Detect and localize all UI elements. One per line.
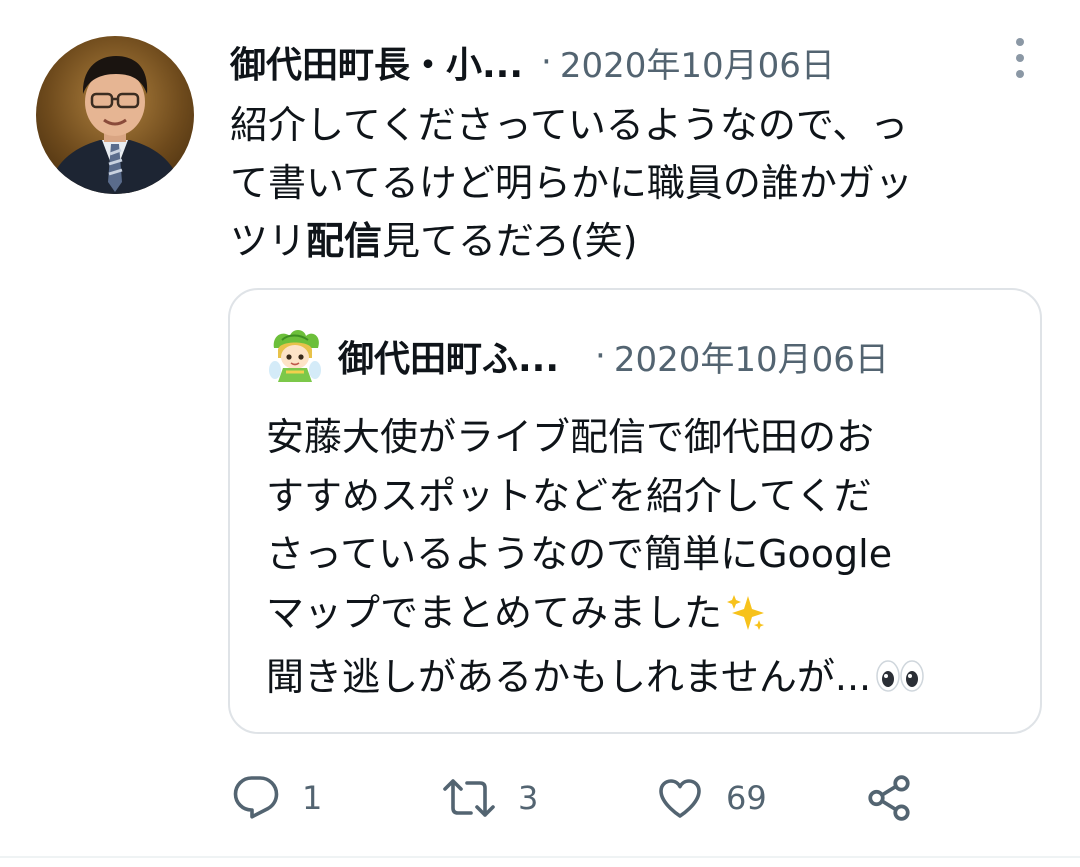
tweet-text-line: 紹介してくださっているようなので、っ <box>230 103 909 147</box>
tweet-text-line: ツリ配信見てるだろ(笑) <box>230 212 1050 270</box>
quote-text-line: さっているようなので簡単にGoogle <box>266 532 893 576</box>
retweet-count: 3 <box>518 779 539 817</box>
share-icon <box>868 775 910 821</box>
sparkles-icon <box>726 590 766 649</box>
eyes-icon <box>875 654 925 713</box>
header-separator: · <box>541 42 552 82</box>
more-vertical-icon[interactable] <box>1006 36 1034 80</box>
author-avatar[interactable] <box>36 36 194 194</box>
reply-button[interactable]: 1 <box>232 766 322 830</box>
mascot-icon <box>269 330 321 382</box>
quote-header: 御代田町ふ... · 2020年10月06日 <box>338 326 889 386</box>
quote-text-line: 聞き逃しがあるかもしれませんが... <box>266 648 1026 713</box>
retweet-icon <box>443 779 495 817</box>
highlighted-keyword: 配信 <box>306 219 383 263</box>
author-name[interactable]: 御代田町長・小... <box>230 36 523 88</box>
tweet-text-segment: ツリ <box>230 219 307 263</box>
like-count: 69 <box>726 779 767 817</box>
quote-author-name[interactable]: 御代田町ふ... <box>338 330 559 382</box>
quote-text-line: すすめスポットなどを紹介してくだ <box>266 473 872 518</box>
reply-icon <box>233 776 279 819</box>
tweet[interactable]: 御代田町長・小... · 2020年10月06日 紹介してくださっているようなの… <box>0 0 1080 856</box>
share-button[interactable] <box>864 766 914 830</box>
tweet-text-line: て書いてるけど明らかに職員の誰かガッ <box>230 161 913 205</box>
quote-text-segment: 聞き逃しがあるかもしれませんが... <box>266 655 872 699</box>
quote-text-segment: マップでまとめてみました <box>266 590 723 635</box>
tweet-timestamp[interactable]: 2020年10月06日 <box>560 38 835 87</box>
quote-text-line: 安藤大使がライブ配信で御代田のお <box>266 415 875 459</box>
tweet-header: 御代田町長・小... · 2020年10月06日 <box>230 34 835 90</box>
quote-author-avatar[interactable] <box>266 326 324 384</box>
like-button[interactable]: 69 <box>656 766 767 830</box>
quote-text-line: マップでまとめてみました <box>266 584 1026 649</box>
reply-count: 1 <box>302 779 323 817</box>
heart-icon <box>659 779 701 818</box>
quote-text: 安藤大使がライブ配信で御代田のお すすめスポットなどを紹介してくだ さっているよ… <box>266 408 1026 713</box>
quote-timestamp[interactable]: 2020年10月06日 <box>614 332 889 381</box>
tweet-text: 紹介してくださっているようなので、っ て書いてるけど明らかに職員の誰かガッ ツリ… <box>230 96 1050 270</box>
quoted-tweet[interactable]: 御代田町ふ... · 2020年10月06日 安藤大使がライブ配信で御代田のお … <box>228 288 1042 734</box>
tweet-actions: 1 3 69 <box>0 766 1080 830</box>
tweet-text-segment: 見てるだろ(笑) <box>382 219 638 263</box>
tweet-divider <box>0 856 1080 858</box>
author-photo <box>48 56 182 194</box>
quote-separator: · <box>595 336 606 376</box>
retweet-button[interactable]: 3 <box>442 766 538 830</box>
